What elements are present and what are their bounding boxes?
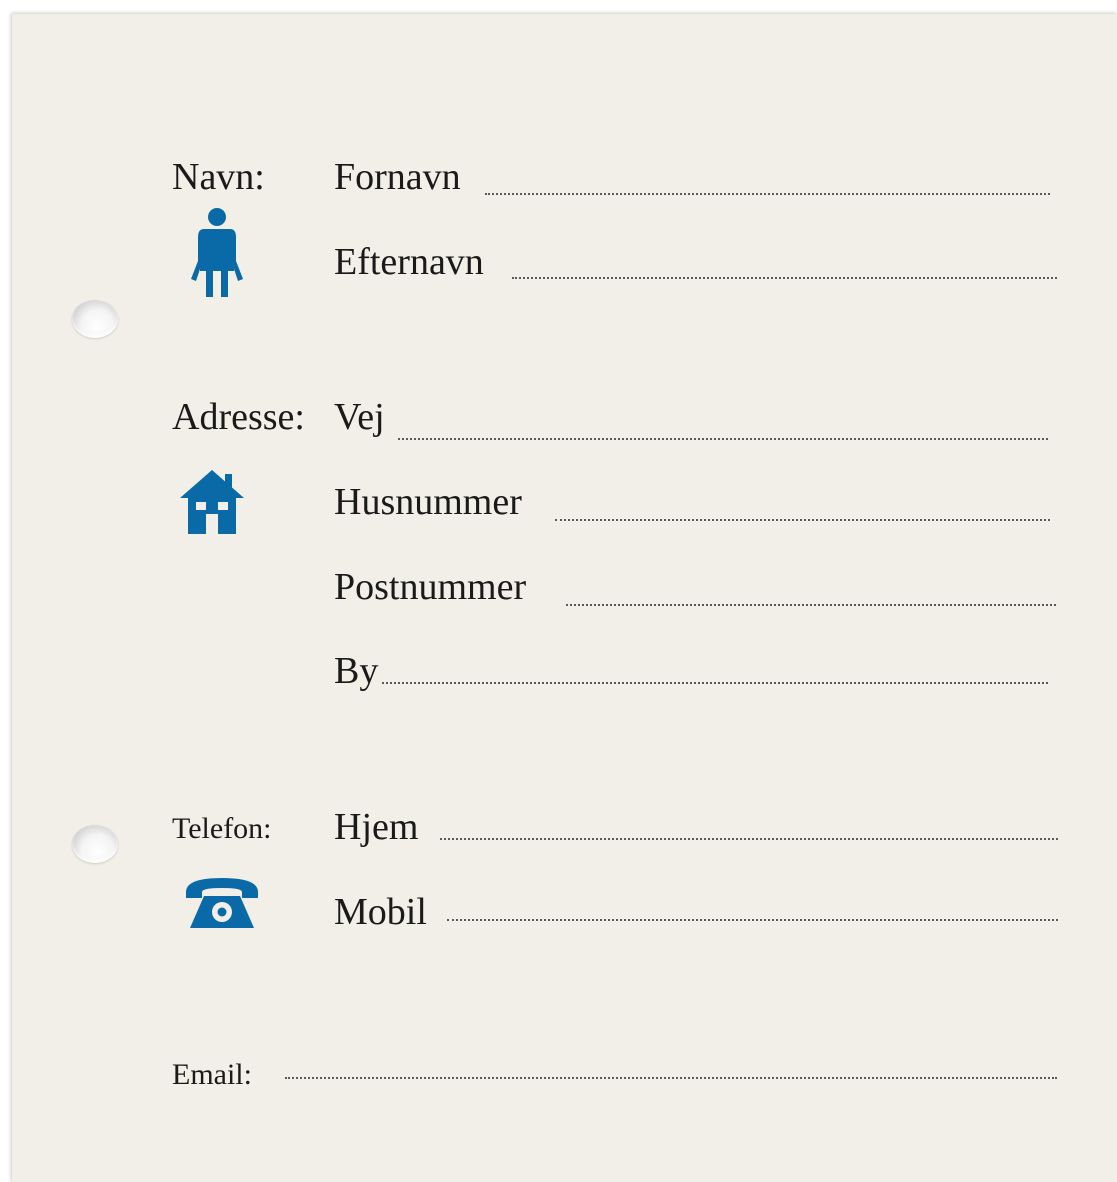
last-name-label: Efternavn xyxy=(334,241,484,283)
telephone-icon xyxy=(182,872,262,932)
mobile-phone-field[interactable] xyxy=(447,919,1058,921)
first-name-field[interactable] xyxy=(485,193,1050,195)
address-heading: Adresse: xyxy=(172,396,305,438)
city-field[interactable] xyxy=(382,682,1048,684)
home-phone-field[interactable] xyxy=(440,838,1058,840)
mobile-phone-label: Mobil xyxy=(334,891,427,933)
house-number-label: Husnummer xyxy=(334,481,522,523)
home-phone-label: Hjem xyxy=(334,806,419,848)
phone-heading: Telefon: xyxy=(172,812,272,845)
house-icon xyxy=(178,468,246,534)
email-field[interactable] xyxy=(285,1077,1057,1079)
house-number-field[interactable] xyxy=(555,519,1050,521)
person-icon xyxy=(188,207,246,299)
street-label: Vej xyxy=(334,396,385,438)
street-field[interactable] xyxy=(398,438,1048,440)
punch-hole-top xyxy=(72,300,118,338)
punch-hole-bottom xyxy=(72,825,118,863)
email-heading: Email: xyxy=(172,1058,252,1091)
postal-code-label: Postnummer xyxy=(334,566,527,608)
postal-code-field[interactable] xyxy=(566,604,1056,606)
city-label: By xyxy=(334,650,379,692)
last-name-field[interactable] xyxy=(512,277,1057,279)
first-name-label: Fornavn xyxy=(334,156,461,198)
name-heading: Navn: xyxy=(172,156,265,198)
